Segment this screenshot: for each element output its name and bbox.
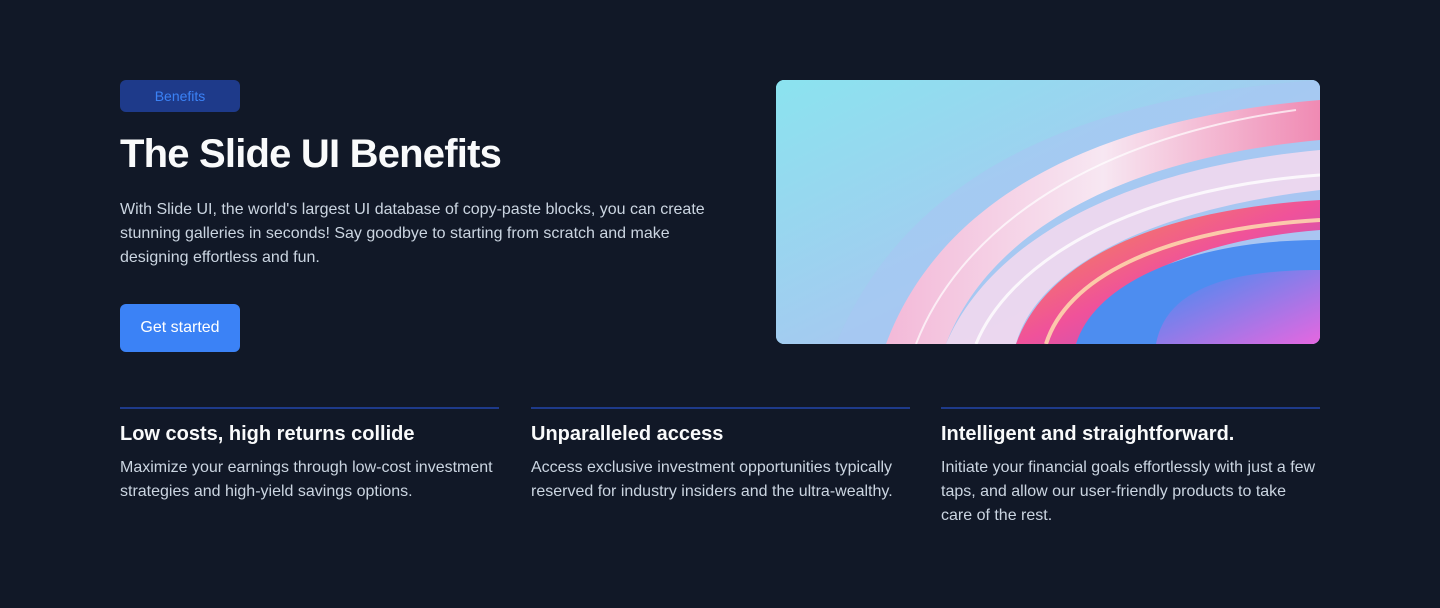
- page-title: The Slide UI Benefits: [120, 132, 502, 176]
- feature-title: Intelligent and straightforward.: [941, 423, 1235, 445]
- feature-title: Low costs, high returns collide: [120, 423, 415, 445]
- feature-description: Initiate your financial goals effortless…: [941, 459, 1316, 524]
- hero-image: [776, 80, 1320, 344]
- feature-title: Unparalleled access: [531, 423, 724, 445]
- feature-card: Low costs, high returns collide Maximize…: [120, 407, 499, 504]
- feature-description: Access exclusive investment opportunitie…: [531, 459, 893, 500]
- feature-card: Intelligent and straightforward. Initiat…: [941, 407, 1320, 528]
- abstract-swirl-image: [776, 80, 1320, 344]
- feature-description: Maximize your earnings through low-cost …: [120, 459, 493, 500]
- benefits-section: Benefits The Slide UI Benefits With Slid…: [0, 0, 1440, 608]
- hero-text: Benefits The Slide UI Benefits With Slid…: [120, 80, 720, 352]
- hero-description: With Slide UI, the world's largest UI da…: [120, 201, 705, 266]
- feature-card: Unparalleled access Access exclusive inv…: [531, 407, 910, 504]
- features-row: Low costs, high returns collide Maximize…: [120, 407, 1320, 547]
- benefits-badge: Benefits: [120, 80, 240, 112]
- get-started-button[interactable]: Get started: [120, 304, 240, 352]
